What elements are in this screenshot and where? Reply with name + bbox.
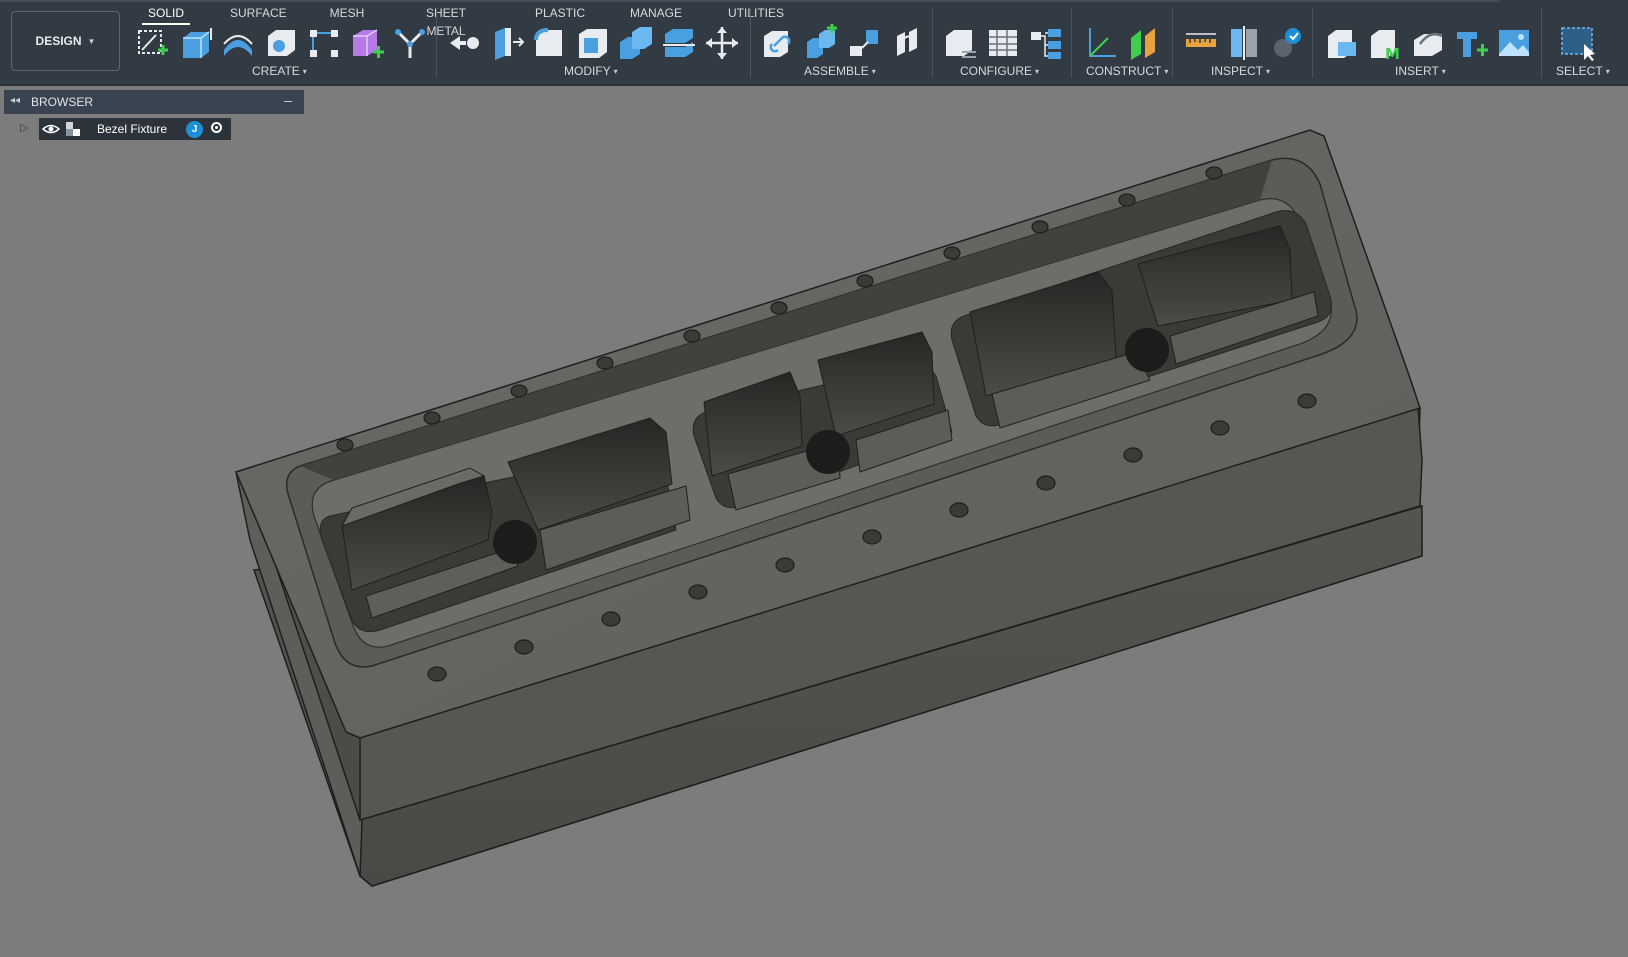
group-separator — [1541, 8, 1542, 78]
expand-arrow-icon[interactable]: ▷ — [20, 121, 28, 134]
group-separator — [436, 8, 437, 78]
tab-mesh[interactable]: MESH — [327, 4, 367, 22]
collapse-panel-icon[interactable]: ◂◂ — [10, 95, 20, 106]
tab-plastic[interactable]: PLASTIC — [535, 4, 585, 22]
create-sketch-icon[interactable] — [134, 24, 170, 62]
group-construct-label: CONSTRUCT — [1086, 64, 1162, 78]
fillet-icon[interactable] — [532, 24, 568, 62]
tab-solid[interactable]: SOLID — [142, 4, 190, 25]
group-inspect[interactable]: INSPECT ▾ — [1211, 64, 1270, 78]
section-analysis-icon[interactable] — [1226, 24, 1262, 62]
axis-icon[interactable] — [1082, 24, 1118, 62]
group-assemble-label: ASSEMBLE — [804, 64, 869, 78]
component-icon — [66, 122, 80, 136]
shell-icon[interactable] — [575, 24, 611, 62]
workspace-switcher[interactable]: DESIGN ▼ — [11, 11, 120, 71]
chevron-down-icon: ▾ — [871, 66, 876, 76]
bezel-fixture-model[interactable] — [0, 86, 1628, 957]
as-built-joint-icon[interactable] — [846, 24, 882, 62]
toolbar: DESIGN ▼ SOLID SURFACE MESH SHEET METAL … — [0, 0, 1628, 86]
tab-sheet-metal[interactable]: SHEET METAL — [405, 4, 487, 38]
chevron-down-icon: ▾ — [1441, 66, 1446, 76]
insert-derive-icon[interactable] — [1324, 24, 1360, 62]
chevron-down-icon: ▾ — [1035, 66, 1040, 76]
browser-panel-header: ◂◂ BROWSER – — [4, 90, 304, 114]
insert-mesh-icon[interactable]: M — [1367, 24, 1403, 62]
group-separator — [1172, 8, 1173, 78]
group-insert[interactable]: INSERT ▾ — [1395, 64, 1446, 78]
group-construct[interactable]: CONSTRUCT ▾ — [1086, 64, 1168, 78]
chevron-down-icon: ▾ — [1164, 66, 1169, 76]
press-pull-icon[interactable] — [446, 24, 482, 62]
offset-plane-icon[interactable] — [1125, 24, 1161, 62]
group-separator — [1071, 8, 1072, 78]
configuration-tree-icon[interactable] — [1028, 24, 1064, 62]
new-component-icon[interactable] — [349, 24, 385, 62]
group-insert-label: INSERT — [1395, 64, 1439, 78]
split-face-icon[interactable] — [661, 24, 697, 62]
group-modify[interactable]: MODIFY ▾ — [564, 64, 618, 78]
svg-text:M: M — [1385, 45, 1400, 62]
activate-radio-icon[interactable] — [211, 122, 222, 133]
decal-icon[interactable] — [1453, 24, 1489, 62]
group-assemble[interactable]: ASSEMBLE ▾ — [804, 64, 876, 78]
form-icon[interactable] — [392, 24, 428, 62]
group-create-label: CREATE — [252, 64, 300, 78]
chevron-down-icon: ▾ — [613, 66, 618, 76]
toolbar-top-line — [0, 0, 1500, 2]
group-select[interactable]: SELECT ▾ — [1556, 64, 1610, 78]
group-create[interactable]: CREATE ▾ — [252, 64, 307, 78]
browser-title: BROWSER — [31, 95, 94, 109]
canvas-icon[interactable] — [1496, 24, 1532, 62]
fillet-pushpull-icon[interactable] — [489, 24, 525, 62]
canvas-viewport[interactable] — [0, 86, 1628, 957]
chevron-down-icon: ▾ — [1605, 66, 1610, 76]
root-component-name: Bezel Fixture — [97, 122, 168, 136]
group-configure[interactable]: CONFIGURE ▾ — [960, 64, 1039, 78]
tab-manage[interactable]: MANAGE — [628, 4, 684, 22]
minimize-icon[interactable]: – — [284, 92, 292, 108]
group-separator — [932, 8, 933, 78]
chevron-down-icon: ▾ — [1266, 66, 1271, 76]
insert-svg-icon[interactable] — [1410, 24, 1446, 62]
browser-root-item[interactable]: Bezel Fixture J — [39, 118, 231, 140]
group-separator — [1312, 8, 1313, 78]
tab-utilities[interactable]: UTILITIES — [726, 4, 786, 22]
chevron-down-icon: ▼ — [87, 36, 96, 46]
chevron-down-icon: ▾ — [302, 66, 307, 76]
group-modify-label: MODIFY — [564, 64, 611, 78]
group-inspect-label: INSPECT — [1211, 64, 1264, 78]
configure-icon[interactable] — [942, 24, 978, 62]
tab-surface[interactable]: SURFACE — [230, 4, 287, 22]
rectangular-pattern-icon[interactable] — [306, 24, 342, 62]
user-badge: J — [186, 121, 203, 138]
group-configure-label: CONFIGURE — [960, 64, 1032, 78]
window-select-icon[interactable] — [1560, 24, 1596, 62]
group-select-label: SELECT — [1556, 64, 1603, 78]
group-separator — [750, 8, 751, 78]
display-component-colors-icon[interactable] — [1269, 24, 1305, 62]
extrude-icon[interactable] — [177, 24, 213, 62]
hole-icon[interactable] — [263, 24, 299, 62]
measure-icon[interactable] — [1183, 24, 1219, 62]
configuration-table-icon[interactable] — [985, 24, 1021, 62]
move-copy-icon[interactable] — [704, 24, 740, 62]
new-component-icon[interactable] — [760, 24, 796, 62]
combine-icon[interactable] — [618, 24, 654, 62]
revolve-icon[interactable] — [220, 24, 256, 62]
workspace-label: DESIGN — [35, 34, 82, 48]
motion-link-icon[interactable] — [889, 24, 925, 62]
visibility-eye-icon[interactable] — [42, 121, 60, 137]
joint-icon[interactable] — [803, 24, 839, 62]
